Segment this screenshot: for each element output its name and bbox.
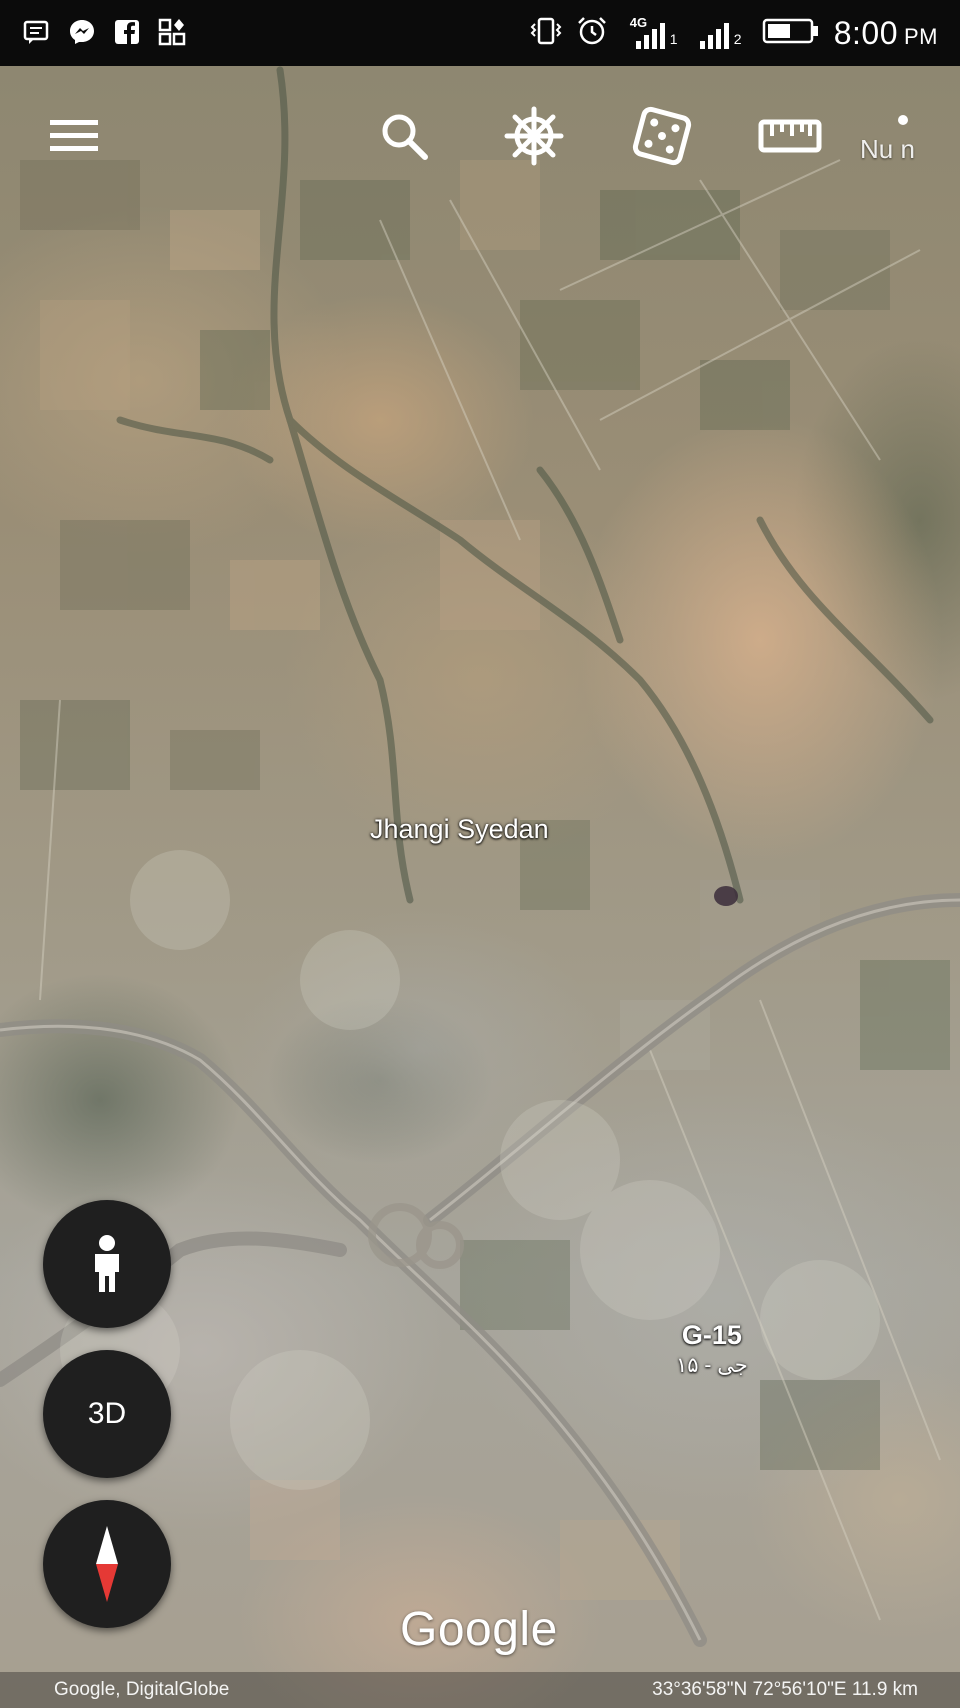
notification-icons bbox=[22, 18, 186, 51]
sector-label-urdu: جی - ۱۵ bbox=[676, 1354, 748, 1377]
pegman-icon bbox=[95, 1235, 119, 1292]
menu-icon bbox=[50, 120, 98, 151]
place-label-town[interactable]: Jhangi Syedan bbox=[370, 814, 549, 845]
battery-icon bbox=[762, 17, 820, 50]
top-toolbar bbox=[0, 96, 960, 186]
signal-sim2-icon: 2 bbox=[696, 13, 748, 53]
compass-button[interactable] bbox=[43, 1500, 171, 1628]
facebook-icon bbox=[114, 19, 140, 50]
3d-toggle-label: 3D bbox=[87, 1397, 127, 1430]
sim1-label: 1 bbox=[669, 31, 678, 47]
alarm-icon bbox=[576, 15, 608, 52]
place-label-sector[interactable]: G-15 جی - ۱۵ bbox=[676, 1320, 748, 1378]
clock: 8:00 PM bbox=[834, 15, 938, 52]
message-icon bbox=[22, 18, 50, 51]
search-button[interactable] bbox=[364, 96, 444, 176]
compass-icon bbox=[96, 1526, 118, 1602]
sector-label: G-15 bbox=[681, 1320, 742, 1350]
sim2-label: 2 bbox=[733, 31, 742, 47]
partial-overflow-label: Nu n bbox=[860, 134, 915, 164]
signal-4g-sim1-icon: 4G 1 bbox=[622, 13, 682, 53]
voyager-wheel-icon bbox=[504, 106, 564, 166]
voyager-button[interactable] bbox=[494, 96, 574, 176]
feeling-lucky-button[interactable] bbox=[622, 96, 702, 176]
measure-button[interactable] bbox=[750, 96, 830, 176]
coordinates-readout: 33°36'58"N 72°56'10"E 11.9 km bbox=[652, 1679, 918, 1700]
google-logo: Google bbox=[400, 1603, 558, 1656]
feeling-lucky-dice-icon bbox=[632, 106, 692, 166]
vibrate-icon bbox=[530, 16, 562, 51]
messenger-icon bbox=[68, 18, 96, 51]
clock-ampm: PM bbox=[904, 23, 938, 49]
clock-time: 8:00 bbox=[833, 14, 898, 51]
search-icon bbox=[382, 114, 428, 160]
imagery-attribution[interactable]: Google, DigitalGlobe bbox=[54, 1679, 229, 1701]
street-view-button[interactable] bbox=[43, 1200, 171, 1328]
apps-icon bbox=[158, 18, 186, 51]
status-bar: 4G 1 2 8:00 PM bbox=[0, 0, 960, 66]
measure-ruler-icon bbox=[758, 119, 822, 153]
menu-button[interactable] bbox=[34, 96, 114, 176]
attribution-bar: Google, DigitalGlobe 33°36'58"N 72°56'10… bbox=[0, 1672, 960, 1708]
system-status: 4G 1 2 8:00 PM bbox=[530, 0, 938, 66]
3d-toggle-button[interactable]: 3D bbox=[43, 1350, 171, 1478]
